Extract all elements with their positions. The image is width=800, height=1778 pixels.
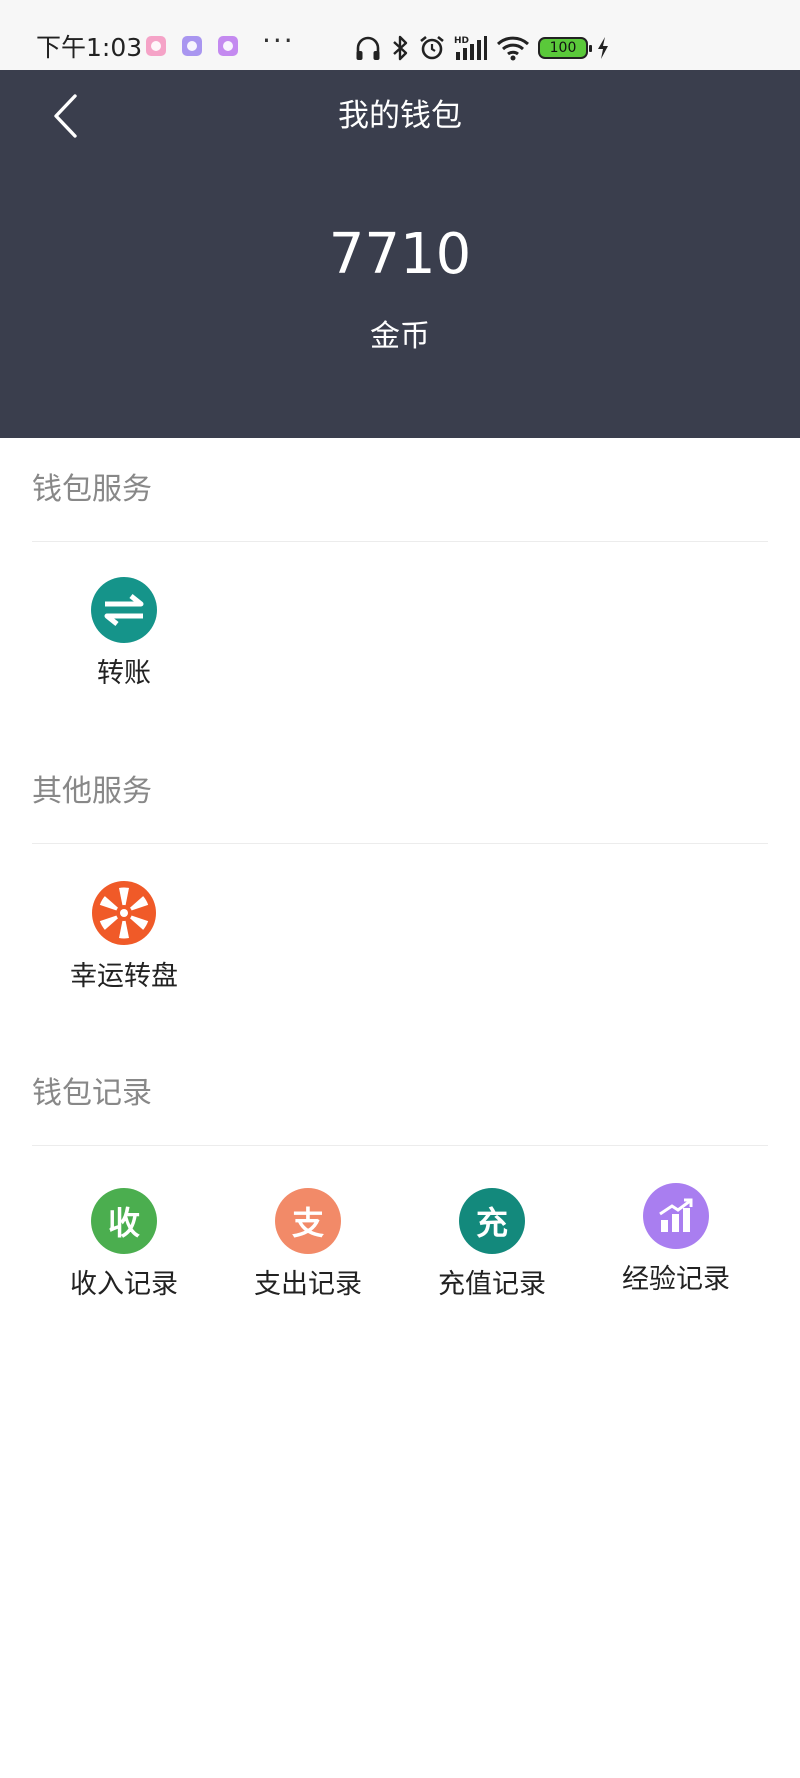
charging-icon [598,37,608,59]
section-title-other-services: 其他服务 [32,774,152,809]
income-icon: 收 [91,1188,157,1254]
notification-app-icon [146,36,166,56]
more-notifications-icon: ··· [262,24,295,57]
wallet-header: 我的钱包 7710 金币 [0,70,800,438]
divider [32,1145,768,1146]
page-title: 我的钱包 [338,98,462,134]
system-status-icons: HD 100 [354,28,610,68]
wifi-icon [496,36,530,61]
status-bar: 下午1:03 ··· HD 100 [0,0,800,70]
section-title-wallet-services: 钱包服务 [32,472,152,507]
notification-app-icon [182,36,202,56]
divider [32,843,768,844]
recharge-records-button[interactable]: 充 充值记录 [397,1188,587,1304]
coin-unit-label: 金币 [370,319,430,354]
bluetooth-icon [393,35,408,61]
section-title-wallet-records: 钱包记录 [32,1076,152,1111]
lucky-wheel-button[interactable]: 幸运转盘 [29,880,219,996]
income-records-label: 收入记录 [70,1269,178,1300]
lucky-wheel-label: 幸运转盘 [70,961,178,992]
divider [32,541,768,542]
bar-chart-icon [643,1183,709,1249]
experience-records-label: 经验记录 [622,1264,730,1295]
expense-records-button[interactable]: 支 支出记录 [213,1188,403,1304]
transfer-button[interactable]: 转账 [29,577,219,693]
lucky-wheel-icon [91,880,157,946]
battery-level: 100 [549,40,577,56]
coin-balance: 7710 [328,222,472,287]
signal-icon: HD [454,36,487,60]
recharge-records-label: 充值记录 [438,1269,546,1300]
experience-records-button[interactable]: 经验记录 [581,1183,771,1299]
transfer-icon [91,577,157,643]
alarm-icon [420,35,444,60]
expense-icon: 支 [275,1188,341,1254]
status-time: 下午1:03 [36,33,143,62]
transfer-label: 转账 [97,658,151,689]
expense-records-label: 支出记录 [254,1269,362,1300]
battery-icon: 100 [538,37,592,59]
recharge-icon: 充 [459,1188,525,1254]
svg-text:HD: HD [454,36,469,46]
headphones-icon [356,36,380,60]
income-records-button[interactable]: 收 收入记录 [29,1188,219,1304]
notification-app-icon [218,36,238,56]
